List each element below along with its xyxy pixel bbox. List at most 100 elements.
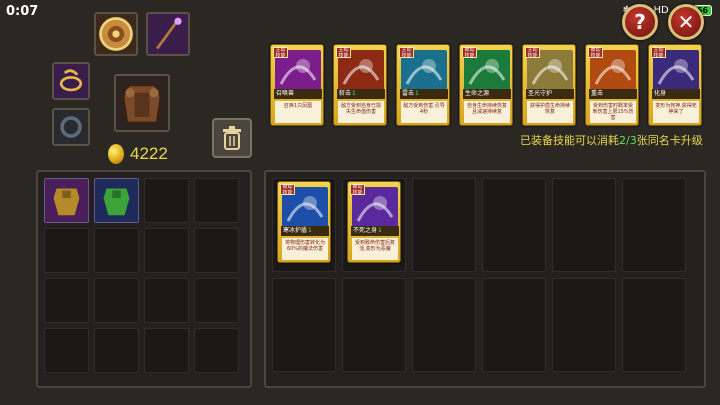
skill-tag: 主动技能 <box>651 47 666 58</box>
skill-slot[interactable]: 被动技能寒冰护盾1 将物理伤害转化为60%的魔法伤害 <box>272 178 336 272</box>
shield-icon <box>96 14 136 54</box>
inventory-slot[interactable] <box>44 328 89 373</box>
skill-desc: 受到伤害时概率受到伤害上限15%伤害 <box>590 101 636 123</box>
skill-desc: 变形为死神,获得死神来了 <box>653 101 699 123</box>
skill-slot[interactable] <box>272 278 336 372</box>
skill-name-text: 寒冰护盾 <box>283 227 308 234</box>
inventory-slot[interactable] <box>144 278 189 323</box>
skill-name: 生命之源 <box>463 89 511 99</box>
skill-tag: 主动技能 <box>336 47 351 58</box>
skill-name: 圣光守护 <box>526 89 574 99</box>
question-icon: ? <box>634 10 646 34</box>
armor-icon <box>116 76 168 130</box>
trash-icon <box>223 126 241 150</box>
skill-level: 1 <box>308 227 312 234</box>
equip-slot-staff[interactable] <box>146 12 190 56</box>
skill-collection-panel: 被动技能 寒冰护盾1 将物理伤害转化为60%的魔法伤害 被动技能 不死之身1 受到致命伤害… <box>264 170 706 388</box>
skill-name: 不死之身1 <box>351 226 399 236</box>
robe-icon <box>45 179 88 222</box>
skill-name-text: 斩击 <box>339 90 352 97</box>
skill-tag: 主动技能 <box>273 47 288 58</box>
skill-card[interactable]: 被动技能生命之源自身生命持续恢复且减速持续复 <box>459 44 513 126</box>
skill-name-text: 不死之身 <box>353 227 378 234</box>
ring-icon <box>54 64 88 98</box>
skill-name: 化身 <box>652 89 700 99</box>
skill-desc: 获得护盾生命持续恢复 <box>527 101 573 123</box>
skill-tag: 被动技能 <box>350 184 365 195</box>
tunic-icon <box>95 179 138 222</box>
inventory-slot[interactable] <box>94 328 139 373</box>
equip-slot-ring[interactable] <box>52 62 90 100</box>
skill-tag: 被动技能 <box>280 184 295 195</box>
skill-tag: 被动技能 <box>588 47 603 58</box>
skill-desc: 将物理伤害转化为60%的魔法伤害 <box>282 238 328 260</box>
equip-slot-shield[interactable] <box>94 12 138 56</box>
inventory-slot[interactable] <box>194 178 239 223</box>
inventory-slot[interactable] <box>44 228 89 273</box>
skill-name-text: 重击 <box>591 90 604 97</box>
inventory-slot[interactable] <box>144 328 189 373</box>
skill-slot[interactable]: 被动技能 不死之身1 受到致命伤害后复活,变形为恶魔 <box>342 178 406 272</box>
inventory-slot[interactable] <box>194 278 239 323</box>
skill-name: 雷击1 <box>400 89 448 99</box>
skill-name-text: 召唤兽 <box>276 90 295 97</box>
upgrade-info: 已装备技能可以消耗2/3张同名卡升级 <box>520 132 703 148</box>
skill-card[interactable]: 主动技能召唤兽召唤1只凤凰 <box>270 44 324 126</box>
skill-name: 召唤兽 <box>274 89 322 99</box>
skill-card[interactable]: 主动技能 雷击1 敌方受到伤害,引导4秒 <box>396 44 450 126</box>
skill-slot[interactable] <box>482 178 546 272</box>
inventory-slot[interactable] <box>94 228 139 273</box>
gold-amount: 4222 <box>130 144 168 163</box>
skill-name-text: 化身 <box>654 90 667 97</box>
skill-slot[interactable] <box>412 178 476 272</box>
skill-name-text: 生命之源 <box>465 90 490 97</box>
equip-slot-armor[interactable] <box>114 74 170 132</box>
skill-tag: 主动技能 <box>399 47 414 58</box>
skill-slot[interactable] <box>552 278 616 372</box>
inventory-slot[interactable] <box>44 278 89 323</box>
skill-name-text: 圣光守护 <box>528 90 553 97</box>
skill-slot[interactable] <box>412 278 476 372</box>
skill-slot[interactable] <box>622 278 686 372</box>
skill-slot[interactable] <box>482 278 546 372</box>
inventory-grid <box>44 178 244 373</box>
staff-icon <box>148 14 188 54</box>
inventory-slot[interactable] <box>94 178 139 223</box>
skill-level: 1 <box>415 90 419 97</box>
close-icon: ✕ <box>677 10 695 34</box>
skill-card[interactable]: 主动技能圣光守护获得护盾生命持续恢复 <box>522 44 576 126</box>
inventory-slot[interactable] <box>194 228 239 273</box>
skill-card[interactable]: 被动技能 不死之身1 受到致命伤害后复活,变形为恶魔 <box>347 181 401 263</box>
upgrade-info-fraction: 2/3 <box>619 134 637 147</box>
inventory-slot[interactable] <box>144 228 189 273</box>
skill-slot[interactable] <box>552 178 616 272</box>
upgrade-info-prefix: 已装备技能可以消耗 <box>520 134 619 147</box>
skill-card[interactable]: 主动技能斩击1 敌方受到自身已损失生命值伤害 <box>333 44 387 126</box>
skill-card[interactable]: 被动技能重击受到伤害时概率受到伤害上限15%伤害 <box>585 44 639 126</box>
skill-desc: 敌方受到自身已损失生命值伤害 <box>338 101 384 123</box>
inventory-slot[interactable] <box>194 328 239 373</box>
gold-counter: 4222 <box>108 144 168 164</box>
close-button[interactable]: ✕ <box>668 4 704 40</box>
coin-icon <box>108 144 124 164</box>
skill-slot[interactable] <box>342 278 406 372</box>
equip-slot-amulet[interactable] <box>52 108 90 146</box>
skill-card[interactable]: 主动技能化身变形为死神,获得死神来了 <box>648 44 702 126</box>
skill-name-text: 雷击 <box>402 90 415 97</box>
skill-tag: 被动技能 <box>462 47 477 58</box>
amulet-icon <box>54 110 88 144</box>
skill-level: 1 <box>352 90 356 97</box>
inventory-slot[interactable] <box>94 278 139 323</box>
skill-tag: 主动技能 <box>525 47 540 58</box>
status-time: 0:07 <box>6 4 39 19</box>
skill-name: 寒冰护盾1 <box>281 226 329 236</box>
skill-card[interactable]: 被动技能寒冰护盾1 将物理伤害转化为60%的魔法伤害 <box>277 181 331 263</box>
help-button[interactable]: ? <box>622 4 658 40</box>
inventory-slot[interactable] <box>144 178 189 223</box>
skill-level: 1 <box>378 227 382 234</box>
inventory-slot[interactable] <box>44 178 89 223</box>
skill-desc: 自身生命持续恢复且减速持续复 <box>464 101 510 123</box>
trash-button[interactable] <box>212 118 252 158</box>
skill-desc: 召唤1只凤凰 <box>275 101 321 123</box>
skill-slot[interactable] <box>622 178 686 272</box>
